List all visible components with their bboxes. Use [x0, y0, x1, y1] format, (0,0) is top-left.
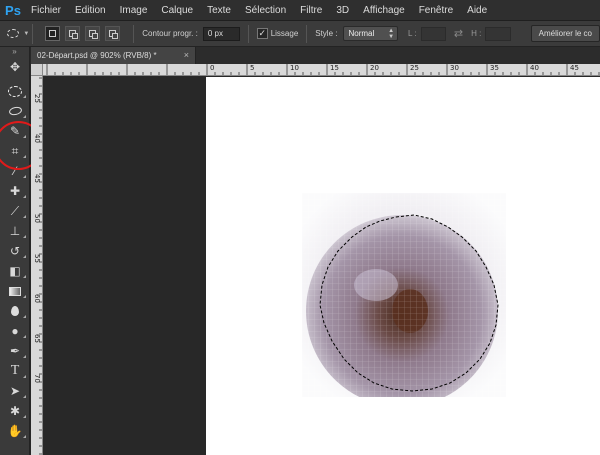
elliptical-marquee-icon — [7, 29, 19, 38]
height-input[interactable] — [485, 26, 511, 41]
ruler-number: 35 — [490, 64, 499, 72]
panel-grip-icon[interactable]: » — [0, 47, 29, 57]
divider — [133, 24, 135, 43]
document-canvas[interactable] — [206, 77, 600, 455]
blur-tool-icon[interactable] — [0, 301, 30, 321]
brush-tool-icon[interactable]: ⟋ — [0, 201, 30, 221]
feather-label: Contour progr. : — [142, 29, 198, 38]
document-tab[interactable]: 02-Départ.psd @ 902% (RVB/8) * × — [31, 47, 196, 64]
type-tool-icon[interactable]: T — [0, 361, 30, 381]
eraser-tool-icon[interactable]: ◧ — [0, 261, 30, 281]
menu-aide[interactable]: Aide — [460, 0, 494, 21]
ruler-number: 40 — [530, 64, 539, 72]
width-input[interactable] — [420, 26, 446, 41]
ruler-number: 15 — [330, 64, 339, 72]
ruler-number: 25 — [410, 64, 419, 72]
ruler-top-ticks — [46, 64, 600, 75]
width-label: L : — [408, 29, 417, 38]
lasso-tool-icon[interactable] — [0, 101, 30, 121]
style-label: Style : — [315, 29, 338, 38]
gradient-tool-icon[interactable] — [0, 281, 30, 301]
dodge-tool-icon[interactable]: ● — [0, 321, 30, 341]
tool-preset-picker[interactable]: ▼ — [4, 23, 34, 44]
tools-panel: » ✥ ✎ ⌗ ⁄ ✚ ⟋ ⊥ ↺ ◧ ● ✒ T ➤ ✱ ✋ — [0, 47, 43, 455]
ruler-number: 55 — [33, 254, 41, 263]
pixelated-image — [302, 193, 506, 397]
options-bar: ▼ Contour progr. : 0 px ✓ Lissage Style … — [0, 21, 600, 47]
menu-affichage[interactable]: Affichage — [356, 0, 412, 21]
pen-tool-icon[interactable]: ✒ — [0, 341, 30, 361]
close-icon[interactable]: × — [184, 47, 189, 64]
style-select-value: Normal — [348, 29, 375, 38]
move-tool-icon[interactable]: ✥ — [0, 57, 30, 77]
menu-filtre[interactable]: Filtre — [293, 0, 329, 21]
clone-stamp-tool-icon[interactable]: ⊥ — [0, 221, 30, 241]
ruler-left-ticks — [39, 77, 42, 455]
menu-3d[interactable]: 3D — [329, 0, 356, 21]
refine-edge-button[interactable]: Améliorer le co — [530, 25, 600, 42]
updown-icon: ▲ ▼ — [388, 28, 395, 40]
ruler-number: 45 — [570, 64, 579, 72]
divider — [306, 24, 308, 43]
intersect-selection-button[interactable] — [105, 26, 121, 41]
workspace[interactable] — [44, 77, 600, 455]
hand-tool-icon[interactable]: ✋ — [0, 421, 30, 441]
menu-texte[interactable]: Texte — [200, 0, 238, 21]
menu-edition[interactable]: Edition — [68, 0, 113, 21]
ruler-number: 5 — [250, 64, 255, 72]
feather-input[interactable]: 0 px — [202, 26, 240, 41]
selection-mode-group — [45, 26, 125, 41]
subtract-from-selection-button[interactable] — [85, 26, 101, 41]
menu-selection[interactable]: Sélection — [238, 0, 293, 21]
menu-image[interactable]: Image — [113, 0, 155, 21]
ruler-number: 40 — [33, 134, 41, 143]
chevron-down-icon: ▼ — [23, 30, 30, 37]
ruler-number: 65 — [33, 334, 41, 343]
ruler-number: 0 — [210, 64, 215, 72]
menu-bar: Ps Fichier Edition Image Calque Texte Sé… — [0, 0, 600, 21]
ruler-left[interactable]: 25 40 45 50 55 60 65 70 — [31, 76, 43, 455]
path-selection-tool-icon[interactable]: ➤ — [0, 381, 30, 401]
ruler-number: 50 — [33, 214, 41, 223]
shape-tool-icon[interactable]: ✱ — [0, 401, 30, 421]
style-select[interactable]: Normal ▲ ▼ — [343, 26, 399, 41]
elliptical-marquee-tool-icon[interactable] — [0, 81, 30, 101]
ruler-number: 30 — [450, 64, 459, 72]
menu-fichier[interactable]: Fichier — [24, 0, 68, 21]
history-brush-tool-icon[interactable]: ↺ — [0, 241, 30, 261]
ruler-number: 25 — [33, 94, 41, 103]
pixel-grid — [302, 193, 506, 397]
ruler-number: 70 — [33, 374, 41, 383]
document-tab-title: 02-Départ.psd @ 902% (RVB/8) * — [37, 51, 157, 60]
swap-icon[interactable]: ⇄ — [454, 27, 463, 40]
ruler-number: 45 — [33, 174, 41, 183]
menu-calque[interactable]: Calque — [154, 0, 200, 21]
antialias-label: Lissage — [270, 29, 299, 38]
antialias-checkbox[interactable]: ✓ — [256, 28, 268, 39]
add-to-selection-button[interactable] — [65, 26, 81, 41]
height-label: H : — [471, 29, 482, 38]
ruler-origin[interactable] — [31, 64, 43, 76]
divider — [248, 24, 249, 43]
ruler-number: 20 — [370, 64, 379, 72]
ruler-number: 10 — [290, 64, 299, 72]
new-selection-button[interactable] — [45, 26, 61, 41]
ruler-top[interactable]: 0 5 10 15 20 25 30 35 40 45 — [43, 64, 600, 76]
document-tab-bar: 02-Départ.psd @ 902% (RVB/8) * × — [31, 47, 600, 64]
menu-fenetre[interactable]: Fenêtre — [412, 0, 460, 21]
healing-brush-tool-icon[interactable]: ✚ — [0, 181, 30, 201]
ruler-number: 60 — [33, 294, 41, 303]
photoshop-logo: Ps — [5, 2, 21, 18]
